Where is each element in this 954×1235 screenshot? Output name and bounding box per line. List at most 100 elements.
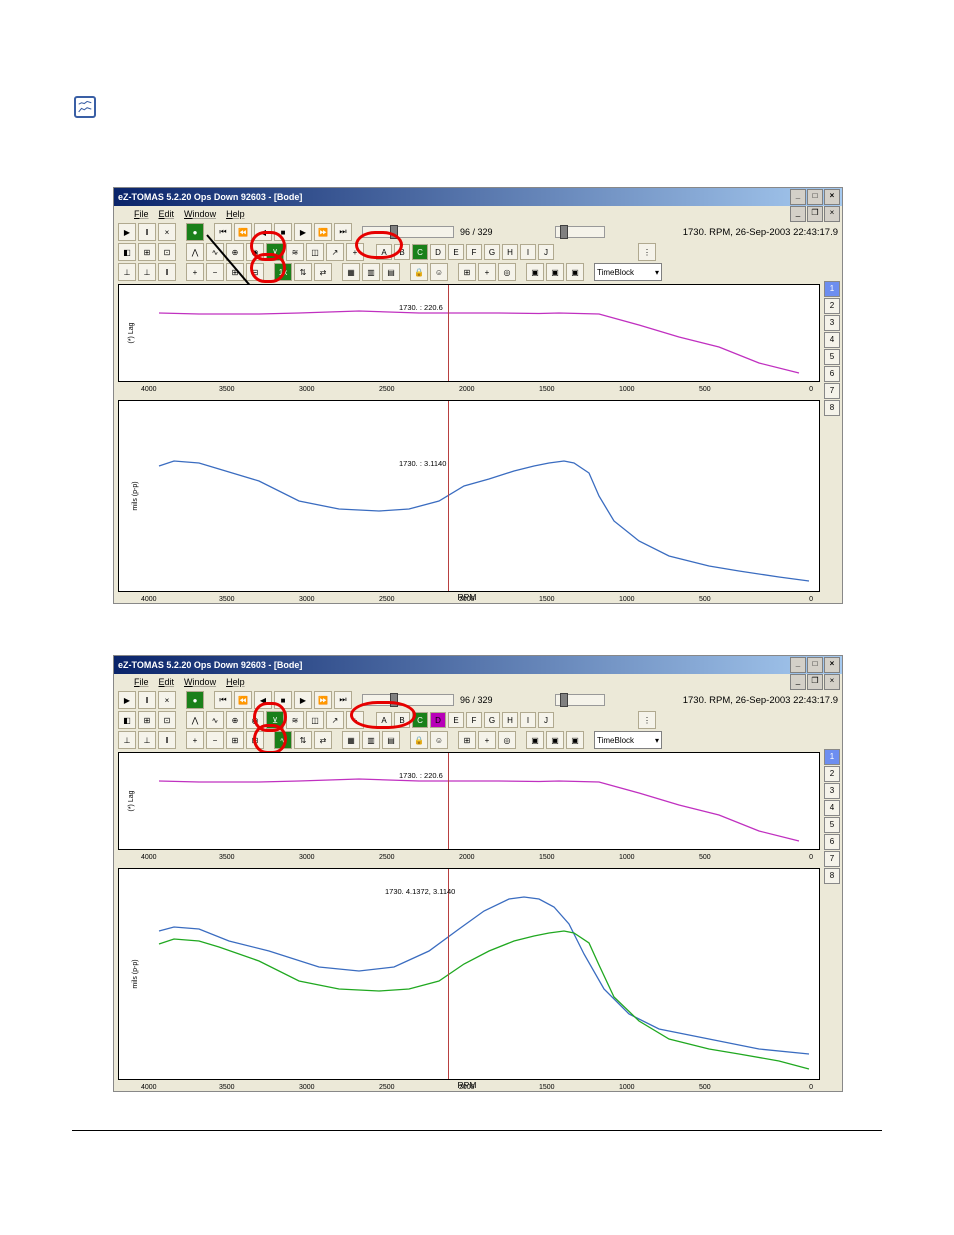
tool-btn[interactable]: ⊡ <box>158 711 176 729</box>
menu-edit[interactable]: Edit <box>159 677 175 687</box>
chan-e-button[interactable]: E <box>448 244 464 260</box>
plot-select-1[interactable]: 1 <box>824 749 840 765</box>
close-button[interactable]: × <box>824 189 840 205</box>
maximize-button[interactable]: □ <box>807 189 823 205</box>
pause-button[interactable]: ‖ <box>138 223 156 241</box>
misc-btn[interactable]: + <box>346 711 364 729</box>
chan-f-button[interactable]: F <box>466 244 482 260</box>
close-button[interactable]: × <box>824 206 840 222</box>
lock-btn[interactable]: 🔒 <box>410 731 428 749</box>
tool-btn[interactable]: ◧ <box>118 243 136 261</box>
tool-btn[interactable]: ⊞ <box>138 711 156 729</box>
misc-btn[interactable]: ⊞ <box>458 263 476 281</box>
plot-select-2[interactable]: 2 <box>824 298 840 314</box>
overlay-dropdown[interactable]: TimeBlock▾ <box>594 263 662 281</box>
waveform-btn[interactable]: ∿ <box>206 243 224 261</box>
chan-b-button[interactable]: B <box>394 712 410 728</box>
child-restore-button[interactable]: ❐ <box>807 674 823 690</box>
cascade-btn[interactable]: ≋ <box>286 711 304 729</box>
stop-nav-button[interactable]: ■ <box>274 691 292 709</box>
bode-btn[interactable]: ⊻ <box>266 243 284 261</box>
plot-select-1[interactable]: 1 <box>824 281 840 297</box>
minimize-button[interactable]: _ <box>790 657 806 673</box>
play-button[interactable]: ▶ <box>118 691 136 709</box>
orbit-btn[interactable]: ⊕ <box>226 243 244 261</box>
menu-file[interactable]: File <box>134 209 149 219</box>
prev-frame-button[interactable]: ⏪ <box>234 223 252 241</box>
waveform-btn[interactable]: ∿ <box>206 711 224 729</box>
zoom-btn[interactable]: − <box>206 731 224 749</box>
zoom-btn[interactable]: ⊟ <box>246 263 264 281</box>
tool-btn[interactable]: ◧ <box>118 711 136 729</box>
grid-btn[interactable]: ▤ <box>382 731 400 749</box>
phase-plot[interactable]: (*) Lag 1730. : 220.6 4000 3500 3000 250… <box>118 284 820 382</box>
chan-i-button[interactable]: I <box>520 244 536 260</box>
overlay-overall-btn[interactable]: ∿ <box>274 731 292 749</box>
record-button[interactable]: ● <box>186 691 204 709</box>
speed-slider[interactable] <box>555 226 605 238</box>
pause-button[interactable]: ‖ <box>138 691 156 709</box>
chan-d-button[interactable]: D <box>430 244 446 260</box>
last-frame-button[interactable]: ⏭ <box>334 691 352 709</box>
misc-btn[interactable]: + <box>478 263 496 281</box>
chan-h-button[interactable]: H <box>502 244 518 260</box>
overlay-dropdown[interactable]: TimeBlock▾ <box>594 731 662 749</box>
chan-g-button[interactable]: G <box>484 712 500 728</box>
misc-btn[interactable]: ▣ <box>526 731 544 749</box>
chan-g-button[interactable]: G <box>484 244 500 260</box>
plot-select-4[interactable]: 4 <box>824 800 840 816</box>
band-btn[interactable]: ‖ <box>158 731 176 749</box>
prev-frame-button[interactable]: ⏪ <box>234 691 252 709</box>
maximize-button[interactable]: □ <box>807 657 823 673</box>
play-button[interactable]: ▶ <box>118 223 136 241</box>
record-button[interactable]: ● <box>186 223 204 241</box>
harm-cursor-btn[interactable]: ⊥ <box>138 731 156 749</box>
scale-btn[interactable]: ⇄ <box>314 263 332 281</box>
chan-c-button[interactable]: C <box>412 712 428 728</box>
trend-btn[interactable]: ↗ <box>326 243 344 261</box>
stop-button[interactable]: × <box>158 691 176 709</box>
stop-nav-button[interactable]: ■ <box>274 223 292 241</box>
chan-j-button[interactable]: J <box>538 712 554 728</box>
plot-select-6[interactable]: 6 <box>824 366 840 382</box>
zoom-btn[interactable]: ⊞ <box>226 731 244 749</box>
grid-btn[interactable]: ▦ <box>342 731 360 749</box>
plot-select-3[interactable]: 3 <box>824 315 840 331</box>
misc-btn[interactable]: ⊞ <box>458 731 476 749</box>
child-minimize-button[interactable]: _ <box>790 206 806 222</box>
chan-i-button[interactable]: I <box>520 712 536 728</box>
misc-btn[interactable]: ◎ <box>498 263 516 281</box>
first-frame-button[interactable]: ⏮ <box>214 691 232 709</box>
harm-cursor-btn[interactable]: ⊥ <box>138 263 156 281</box>
zoom-out-btn[interactable]: − <box>206 263 224 281</box>
bode-btn[interactable]: ⊻ <box>266 711 284 729</box>
menu-file[interactable]: File <box>134 677 149 687</box>
menu-window[interactable]: Window <box>184 209 216 219</box>
chan-f-button[interactable]: F <box>466 712 482 728</box>
first-frame-button[interactable]: ⏮ <box>214 223 232 241</box>
amplitude-plot[interactable]: mils (p-p) 1730. : 3.1140 4000 3500 3000… <box>118 400 820 592</box>
orbit-btn[interactable]: ⊕ <box>226 711 244 729</box>
plot-select-7[interactable]: 7 <box>824 851 840 867</box>
child-restore-button[interactable]: ❐ <box>807 206 823 222</box>
grid-btn[interactable]: ▥ <box>362 263 380 281</box>
scale-btn[interactable]: ⇅ <box>294 731 312 749</box>
chan-b-button[interactable]: B <box>394 244 410 260</box>
chan-d-button[interactable]: D <box>430 712 446 728</box>
zoom-btn[interactable]: ⊟ <box>246 731 264 749</box>
menu-edit[interactable]: Edit <box>159 209 175 219</box>
chan-a-button[interactable]: A <box>376 244 392 260</box>
plot-select-5[interactable]: 5 <box>824 349 840 365</box>
speed-slider[interactable] <box>555 694 605 706</box>
polar-btn[interactable]: ◉ <box>246 243 264 261</box>
step-back-button[interactable]: ◀ <box>254 691 272 709</box>
child-minimize-button[interactable]: _ <box>790 674 806 690</box>
plot-select-2[interactable]: 2 <box>824 766 840 782</box>
misc-btn[interactable]: ▣ <box>526 263 544 281</box>
misc-btn[interactable]: ▣ <box>546 263 564 281</box>
peak-cursor-btn[interactable]: ⊥ <box>118 263 136 281</box>
close-button[interactable]: × <box>824 657 840 673</box>
overlay-1x-btn[interactable]: 1x <box>274 263 292 281</box>
last-frame-button[interactable]: ⏭ <box>334 223 352 241</box>
grid-btn[interactable]: ▦ <box>342 263 360 281</box>
